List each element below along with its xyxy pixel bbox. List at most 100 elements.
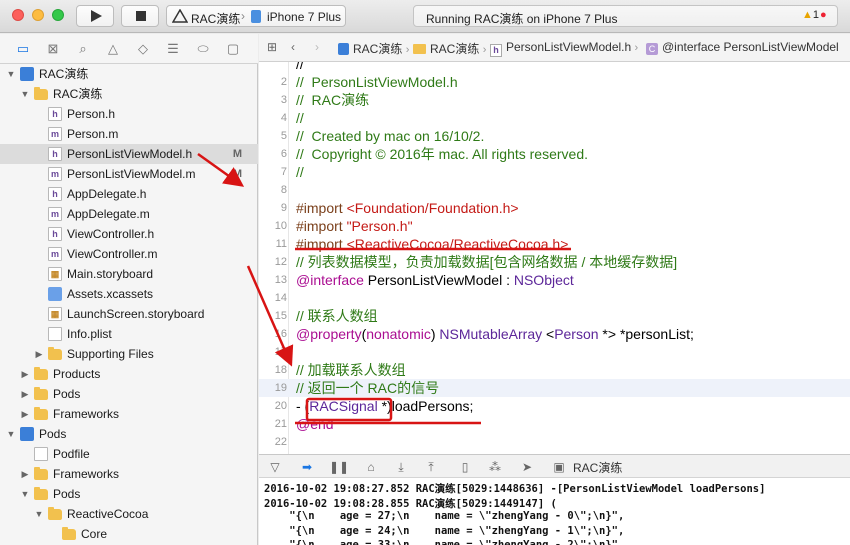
navigator-item[interactable]: ▶ Frameworks (0, 464, 258, 484)
navigator-item[interactable]: ▶ Frameworks (0, 404, 258, 424)
navigator-item[interactable]: ▶ Pods (0, 384, 258, 404)
code-text: @property(nonatomic) NSMutableArray <Per… (296, 325, 694, 343)
hide-debug-area-icon[interactable]: ▽ (267, 459, 283, 475)
navigator-item[interactable]: Info.plist (0, 324, 258, 344)
navigator-item[interactable]: ▼ Pods (0, 424, 258, 444)
step-in-icon[interactable]: ⤓ (393, 459, 409, 475)
line-number: 2 (280, 76, 287, 88)
line-number: 20 (274, 400, 287, 412)
jump-crumb-group[interactable]: RAC演练 › (413, 40, 486, 57)
disclosure-open-icon[interactable]: ▼ (34, 504, 44, 524)
code-token: // 列表数据模型，负责加载数据[包含网络数据 / 本地缓存数据] (296, 254, 678, 270)
memory-graph-icon[interactable]: ⁂ (487, 459, 503, 475)
disclosure-closed-icon[interactable]: ▶ (20, 364, 30, 384)
code-token: <Foundation/Foundation.h> (346, 200, 519, 216)
code-token: RACSignal (309, 398, 378, 414)
navigator-item[interactable]: h ViewController.h (0, 224, 258, 244)
error-indicator[interactable]: ● (820, 9, 827, 21)
disclosure-open-icon[interactable]: ▼ (6, 64, 16, 84)
report-icon[interactable]: ▢ (224, 41, 242, 57)
jump-crumb-symbol[interactable]: C @interface PersonListViewModel (646, 40, 839, 55)
warning-indicator[interactable]: ▲1 (802, 9, 819, 21)
search-icon[interactable]: ⌕ (74, 41, 92, 57)
navigator-item[interactable]: m Person.m (0, 124, 258, 144)
forward-icon[interactable]: › (315, 40, 319, 54)
code-token: // 返回一个 RAC的信号 (296, 380, 440, 396)
step-out-icon[interactable]: ⤒ (423, 459, 439, 475)
navigator-item[interactable]: ▼ RAC演练 (0, 84, 258, 104)
source-editor[interactable]: // 2 // PersonListViewModel.h 3 // RAC演练 4 //… (259, 62, 850, 454)
navigator-item[interactable]: ▦ LaunchScreen.storyboard (0, 304, 258, 324)
navigator-item[interactable]: Assets.xcassets (0, 284, 258, 304)
line-number: 6 (280, 148, 287, 160)
scheme-selector[interactable]: RAC演练 › iPhone 7 Plus (166, 5, 346, 27)
navigator-item-label: Person.m (67, 127, 119, 141)
code-line: 21 @end (259, 415, 850, 433)
line-number: 13 (274, 274, 287, 286)
view-hierarchy-icon[interactable]: ▯ (457, 459, 473, 475)
folder-icon[interactable]: ▭ (14, 41, 32, 57)
code-token: // 加载联系人数组 (296, 362, 406, 378)
navigator-item[interactable]: h AppDelegate.h (0, 184, 258, 204)
maximize-window-button[interactable] (52, 9, 64, 21)
line-number: 16 (274, 328, 287, 340)
scheme-separator: › (241, 9, 245, 23)
disclosure-open-icon[interactable]: ▼ (6, 424, 16, 444)
disclosure-open-icon[interactable]: ▼ (20, 484, 30, 504)
back-icon[interactable]: ‹ (291, 40, 295, 54)
navigator-item-label: Pods (53, 387, 81, 401)
navigator-item[interactable]: ▼ RAC演练 (0, 64, 258, 84)
code-token: < (542, 326, 555, 342)
test-diamond-icon[interactable]: ◇ (134, 41, 152, 57)
navigator-item[interactable]: m PersonListViewModel.m M (0, 164, 258, 184)
code-line: 10 #import "Person.h" (259, 217, 850, 235)
code-token: PersonListViewModel : (363, 272, 514, 288)
navigator-item[interactable]: Core (0, 524, 258, 544)
disclosure-closed-icon[interactable]: ▶ (34, 344, 44, 364)
jump-crumb-file[interactable]: h PersonListViewModel.h › (490, 40, 638, 57)
navigator-item-label: Core (81, 527, 108, 541)
breakpoint-icon[interactable]: ⬭ (194, 41, 212, 57)
navigator-item[interactable]: h PersonListViewModel.h M (0, 144, 258, 164)
minimize-window-button[interactable] (32, 9, 44, 21)
code-text: // RAC演练 (296, 91, 369, 109)
navigator-item[interactable]: h Person.h (0, 104, 258, 124)
navigator-item[interactable]: ▼ Pods (0, 484, 258, 504)
related-items-icon[interactable]: ⊞ (267, 40, 277, 54)
issue-warning-icon[interactable]: △ (104, 41, 122, 57)
code-text: // Created by mac on 16/10/2. (296, 127, 484, 145)
debug-list-icon[interactable]: ☰ (164, 41, 182, 57)
location-icon[interactable]: ➤ (519, 459, 535, 475)
disclosure-closed-icon[interactable]: ▶ (20, 384, 30, 404)
disclosure-closed-icon[interactable]: ▶ (20, 464, 30, 484)
breakpoints-toggle-icon[interactable]: ➡ (299, 459, 315, 475)
pause-icon[interactable]: ❚❚ (329, 459, 349, 475)
navigator-item-label: Frameworks (53, 407, 120, 421)
navigator-item[interactable]: m AppDelegate.m (0, 204, 258, 224)
navigator-item[interactable]: Podfile (0, 444, 258, 464)
navigator-item[interactable]: ▶ Products (0, 364, 258, 384)
navigator-item[interactable]: ▼ ReactiveCocoa (0, 504, 258, 524)
close-window-button[interactable] (12, 9, 24, 21)
disclosure-closed-icon[interactable]: ▶ (20, 404, 30, 424)
code-token: *)loadPersons; (377, 398, 474, 414)
navigator-item[interactable]: m ViewController.m (0, 244, 258, 264)
navigator-item[interactable]: ▶ Supporting Files (0, 344, 258, 364)
code-line: 12 // 列表数据模型，负责加载数据[包含网络数据 / 本地缓存数据] (259, 253, 850, 271)
disclosure-open-icon[interactable]: ▼ (20, 84, 30, 104)
debug-console[interactable]: 2016-10-02 19:08:27.852 RAC演练[5029:14486… (259, 478, 850, 545)
code-token: // Copyright © 2016年 mac. All rights res… (296, 146, 588, 162)
navigator-item[interactable]: ▦ Main.storyboard (0, 264, 258, 284)
source-control-icon[interactable]: ⊠ (44, 41, 62, 57)
jump-crumb-project[interactable]: RAC演练 › (338, 40, 409, 57)
code-text: // (296, 109, 304, 127)
step-over-icon[interactable]: ⌂ (363, 459, 379, 475)
navigator-item-label: Pods (39, 427, 67, 441)
line-number: 7 (280, 166, 287, 178)
code-token: NSMutableArray (439, 326, 543, 342)
m-file-icon: m (48, 167, 62, 181)
line-number: 17 (274, 346, 287, 358)
run-button[interactable] (76, 5, 114, 27)
modified-badge: M (232, 168, 242, 180)
stop-button[interactable] (121, 5, 159, 27)
